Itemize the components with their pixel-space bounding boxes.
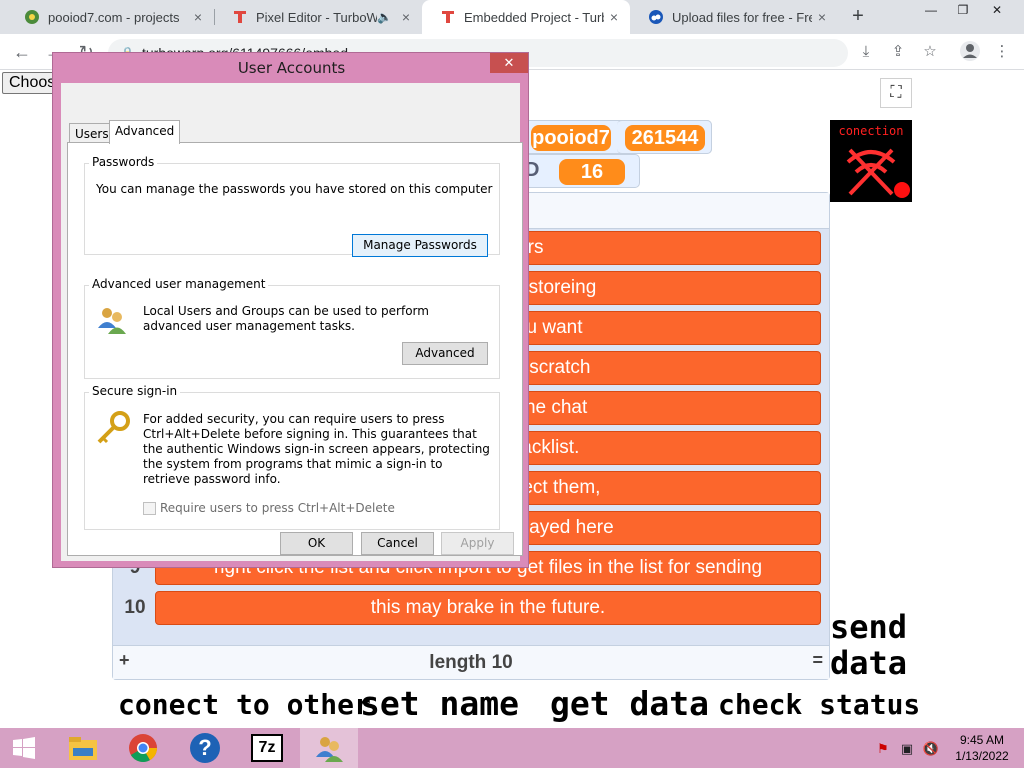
7zip-icon[interactable]: 7z bbox=[238, 728, 296, 768]
close-icon[interactable]: × bbox=[188, 9, 208, 25]
file-explorer-icon[interactable] bbox=[54, 728, 112, 768]
require-ctrl-alt-delete-checkbox[interactable] bbox=[143, 502, 156, 515]
count-value: 16 bbox=[559, 159, 625, 185]
passwords-description: You can manage the passwords you have st… bbox=[96, 182, 493, 196]
restore-button[interactable]: ❐ bbox=[946, 0, 980, 22]
send-button[interactable]: send bbox=[830, 608, 907, 646]
close-icon[interactable]: × bbox=[396, 9, 416, 25]
window-close-button[interactable]: ✕ bbox=[980, 0, 1014, 22]
count-monitor: D 16 bbox=[512, 154, 640, 188]
profile-avatar-icon[interactable] bbox=[958, 40, 982, 64]
apply-button[interactable]: Apply bbox=[441, 532, 514, 555]
ok-button[interactable]: OK bbox=[280, 532, 353, 555]
speaker-icon[interactable]: 🔈 bbox=[377, 10, 392, 24]
user-accounts-icon[interactable] bbox=[300, 728, 358, 768]
passwords-group-title: Passwords bbox=[89, 155, 158, 169]
advanced-user-management-title: Advanced user management bbox=[89, 277, 269, 291]
browser-tabstrip: pooiod7.com - projects × Pixel Editor - … bbox=[0, 0, 1024, 34]
turbowarp-icon bbox=[232, 9, 248, 25]
advanced-button[interactable]: Advanced bbox=[402, 342, 488, 365]
advanced-tab-page: Passwords You can manage the passwords y… bbox=[67, 142, 523, 556]
globe-icon bbox=[24, 9, 40, 25]
menu-kebab-icon[interactable]: ⋮ bbox=[990, 40, 1014, 64]
secure-signin-group: Secure sign-in For added security, you c… bbox=[84, 384, 500, 530]
volume-muted-icon[interactable]: 🔇 bbox=[922, 740, 940, 758]
tab-embedded-project[interactable]: Embedded Project - TurboWarp × bbox=[422, 0, 630, 34]
clock-time[interactable]: 9:45 AM bbox=[946, 733, 1018, 747]
dialog-title: User Accounts bbox=[237, 59, 346, 77]
turbowarp-icon bbox=[440, 9, 456, 25]
dialog-body: Users Advanced Passwords You can manage … bbox=[61, 83, 523, 561]
secure-signin-title: Secure sign-in bbox=[89, 384, 181, 398]
connection-status-sprite[interactable]: conection bbox=[830, 120, 912, 202]
help-icon[interactable]: ? bbox=[176, 728, 234, 768]
check-status-button[interactable]: check status bbox=[718, 688, 920, 721]
list-length: length 10 bbox=[429, 652, 513, 673]
download-icon[interactable]: ⤓ bbox=[854, 40, 878, 64]
connect-to-other-button[interactable]: conect to other bbox=[118, 688, 371, 721]
clock-date[interactable]: 1/13/2022 bbox=[946, 749, 1018, 763]
list-resize-handle[interactable]: = bbox=[812, 650, 823, 671]
start-icon[interactable] bbox=[0, 728, 48, 768]
share-icon[interactable]: ⇪ bbox=[886, 40, 910, 64]
users-group-icon bbox=[98, 308, 126, 334]
set-name-button[interactable]: set name bbox=[360, 684, 519, 723]
advanced-user-management-group: Advanced user management Local Users and… bbox=[84, 277, 500, 379]
advanced-user-management-description: Local Users and Groups can be used to pe… bbox=[143, 304, 429, 333]
name-value: pooiod7 bbox=[531, 125, 611, 151]
list-footer: + length 10 = bbox=[113, 645, 829, 679]
tab-title: Pixel Editor - TurboWarp bbox=[256, 9, 378, 25]
no-wifi-icon bbox=[846, 148, 910, 198]
tab-title: pooiod7.com - projects bbox=[48, 9, 180, 25]
chrome-icon[interactable] bbox=[114, 728, 172, 768]
list-item-index: 10 bbox=[124, 597, 146, 618]
close-icon[interactable]: × bbox=[812, 9, 832, 25]
id-monitor: 261544 bbox=[617, 120, 712, 154]
cloud-icon bbox=[648, 9, 664, 25]
tab-advanced[interactable]: Advanced bbox=[109, 120, 181, 144]
get-data-button[interactable]: get data bbox=[550, 684, 709, 723]
secure-signin-description: For added security, you can require user… bbox=[143, 412, 490, 486]
dialog-close-button[interactable]: ✕ bbox=[490, 53, 528, 73]
key-icon bbox=[97, 411, 130, 444]
tab-pixel-editor[interactable]: Pixel Editor - TurboWarp 🔈 × bbox=[214, 0, 422, 34]
data-button[interactable]: data bbox=[830, 644, 907, 682]
back-button[interactable]: ← bbox=[10, 40, 34, 64]
close-icon[interactable]: × bbox=[604, 9, 624, 25]
minimize-button[interactable]: — bbox=[914, 0, 948, 22]
bookmark-star-icon[interactable]: ☆ bbox=[918, 40, 942, 64]
tab-title: Upload files for free - Free bbox=[672, 9, 812, 25]
action-center-flag-icon[interactable]: ⚑ bbox=[874, 740, 892, 758]
user-accounts-dialog[interactable]: User Accounts ✕ Users Advanced Passwords… bbox=[52, 52, 529, 568]
passwords-group: Passwords You can manage the passwords y… bbox=[84, 155, 500, 257]
help-glyph: ? bbox=[190, 733, 220, 763]
tab-pooiod7-projects[interactable]: pooiod7.com - projects × bbox=[6, 0, 214, 34]
new-tab-button[interactable]: + bbox=[846, 5, 870, 29]
cancel-button[interactable]: Cancel bbox=[361, 532, 434, 555]
network-icon[interactable]: ▣ bbox=[898, 740, 916, 758]
7zip-label: 7z bbox=[251, 734, 283, 762]
list-item[interactable]: this may brake in the future. bbox=[155, 591, 821, 625]
tab-upload-files[interactable]: Upload files for free - Free × bbox=[630, 0, 838, 34]
require-ctrl-alt-delete-label[interactable]: Require users to press Ctrl+Alt+Delete bbox=[160, 501, 395, 516]
manage-passwords-button[interactable]: Manage Passwords bbox=[352, 234, 488, 257]
windows-taskbar: ? 7z ⚑ ▣ 🔇 9:45 AM 1/13/2022 bbox=[0, 728, 1024, 768]
tab-title: Embedded Project - TurboWarp bbox=[464, 9, 604, 25]
id-value: 261544 bbox=[625, 125, 705, 151]
fullscreen-icon[interactable]: ⛶ bbox=[880, 78, 912, 108]
